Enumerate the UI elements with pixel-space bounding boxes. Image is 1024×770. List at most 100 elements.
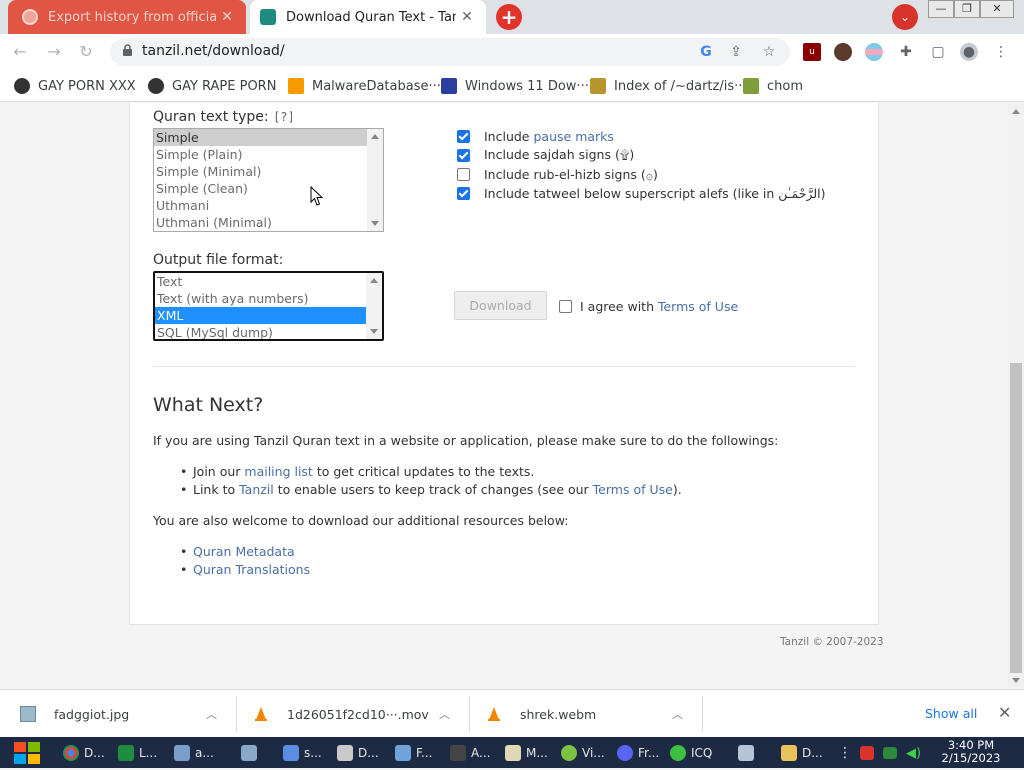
taskbar-item[interactable]: Fr...	[617, 741, 659, 765]
taskbar-item[interactable]: D...	[337, 741, 379, 765]
menu-kebab-icon[interactable]: ⋮	[992, 43, 1010, 61]
terms-of-use-link[interactable]: Terms of Use	[593, 482, 673, 497]
system-clock[interactable]: 3:40 PM 2/15/2023	[938, 739, 1004, 765]
pause-marks-checkbox[interactable]	[457, 129, 470, 143]
bookmark-item[interactable]: GAY RAPE PORN	[148, 77, 276, 95]
listbox-scrollbar[interactable]	[366, 273, 382, 339]
listbox-scrollbar[interactable]	[367, 129, 383, 231]
side-panel-icon[interactable]: ▢	[929, 43, 947, 61]
help-link[interactable]: [?]	[273, 110, 295, 124]
pause-marks-link[interactable]: pause marks	[534, 129, 614, 144]
tanzil-link[interactable]: Tanzil	[239, 482, 274, 497]
vlc-cone-icon	[255, 707, 267, 721]
taskbar-item[interactable]	[241, 741, 262, 765]
rub-el-hizb-option[interactable]: Include rub-el-hizb signs (۞)	[457, 165, 658, 183]
restore-button[interactable]: ❐	[954, 0, 980, 18]
flag-extension-icon[interactable]	[865, 43, 883, 61]
reload-icon[interactable]: ↻	[74, 40, 98, 64]
scroll-down-icon[interactable]	[371, 221, 379, 226]
tab-export-history[interactable]: Export history from official ICQ ✕	[8, 0, 246, 34]
bookmark-item[interactable]: GAY PORN XXX	[14, 77, 136, 95]
sajdah-checkbox[interactable]	[457, 148, 470, 162]
quran-metadata-link[interactable]: Quran Metadata	[193, 544, 295, 559]
taskbar-item[interactable]: D...	[63, 741, 105, 765]
text-type-option[interactable]: Simple	[154, 129, 383, 146]
share-icon[interactable]: ⇪	[727, 43, 745, 61]
taskbar-item[interactable]: D...	[781, 741, 823, 765]
tatweel-checkbox[interactable]	[457, 186, 470, 200]
tab-download-quran[interactable]: Download Quran Text - Tanzil ✕	[250, 0, 486, 34]
forward-arrow-icon[interactable]: →	[42, 40, 66, 64]
taskbar-item[interactable]: ICQ	[670, 741, 712, 765]
output-format-option[interactable]: XML	[155, 307, 366, 324]
pause-marks-option[interactable]: Include pause marks	[457, 127, 614, 145]
bookmark-item[interactable]: Index of /~dartz/is···	[590, 77, 747, 95]
quran-translations-link[interactable]: Quran Translations	[193, 562, 310, 577]
agree-terms-checkbox[interactable]	[559, 299, 572, 313]
mailing-list-link[interactable]: mailing list	[244, 464, 312, 479]
taskbar-item[interactable]: F...	[395, 741, 432, 765]
output-format-listbox[interactable]: Text Text (with aya numbers) XML SQL (My…	[153, 271, 384, 341]
text-type-option[interactable]: Uthmani	[154, 197, 383, 214]
show-all-downloads-link[interactable]: Show all	[925, 706, 977, 721]
minimize-button[interactable]: —	[928, 0, 954, 18]
taskbar-item[interactable]: a...	[174, 741, 214, 765]
output-format-option[interactable]: Text (with aya numbers)	[155, 290, 382, 307]
tray-network-icon[interactable]	[883, 741, 902, 765]
output-format-option[interactable]: Text	[155, 273, 382, 290]
scrollbar-thumb[interactable]	[1010, 363, 1022, 673]
scroll-up-icon[interactable]	[371, 134, 379, 139]
close-tab-icon[interactable]: ✕	[456, 9, 478, 25]
download-button[interactable]: Download	[454, 291, 547, 320]
bookmark-item[interactable]: Windows 11 Dow···	[441, 77, 589, 95]
tab-search-chevron-icon[interactable]: ⌄	[892, 4, 918, 30]
text-type-option[interactable]: Simple (Plain)	[154, 146, 383, 163]
scroll-down-icon[interactable]	[370, 329, 378, 334]
chevron-up-icon[interactable]: ︿	[206, 706, 217, 722]
download-item[interactable]: 1d26051f2cd10···.mov ︿	[253, 690, 463, 738]
close-tab-icon[interactable]: ✕	[216, 9, 238, 25]
page-scrollbar[interactable]	[1008, 103, 1024, 687]
sajdah-option[interactable]: Include sajdah signs (۩)	[457, 146, 634, 164]
volume-icon[interactable]: ◀)	[906, 741, 921, 765]
text-type-option[interactable]: Simple (Minimal)	[154, 163, 383, 180]
profile-icon[interactable]: ●	[960, 43, 978, 61]
bookmark-item[interactable]: MalwareDatabase···	[288, 77, 441, 95]
close-window-button[interactable]: ✕	[980, 0, 1014, 18]
taskbar-item[interactable]: Vi...	[561, 741, 605, 765]
puzzle-extensions-icon[interactable]: ✚	[897, 43, 915, 61]
ublock-extension-icon[interactable]: u	[803, 43, 821, 61]
extension-avatar-icon[interactable]	[834, 43, 852, 61]
scroll-up-icon[interactable]	[1012, 109, 1020, 114]
text-type-option[interactable]: Simple (Clean)	[154, 180, 383, 197]
chevron-up-icon[interactable]: ︿	[439, 706, 450, 722]
new-tab-button[interactable]: +	[496, 4, 522, 30]
google-icon[interactable]: G	[697, 43, 715, 61]
text-type-listbox[interactable]: Simple Simple (Plain) Simple (Minimal) S…	[153, 128, 384, 232]
text-type-option[interactable]: Uthmani (Minimal)	[154, 214, 383, 231]
bookmark-star-icon[interactable]: ☆	[760, 43, 778, 61]
url-text: tanzil.net/download/	[142, 43, 285, 59]
overflow-icon[interactable]: ⋮	[838, 741, 852, 765]
terms-of-use-link[interactable]: Terms of Use	[658, 299, 738, 314]
back-arrow-icon[interactable]: ←	[8, 40, 32, 64]
agree-terms-option[interactable]: I agree with Terms of Use	[559, 297, 738, 315]
close-downloads-icon[interactable]: ✕	[998, 703, 1011, 722]
windows-start-icon[interactable]	[12, 740, 42, 766]
download-item[interactable]: shrek.webm ︿	[486, 690, 696, 738]
download-item[interactable]: fadggiot.jpg ︿	[20, 690, 230, 738]
tatweel-option[interactable]: Include tatweel below superscript alefs …	[457, 184, 826, 202]
output-format-option[interactable]: SQL (MySql dump)	[155, 324, 382, 339]
tray-flag-icon[interactable]	[860, 741, 879, 765]
bookmark-item[interactable]: chom	[743, 77, 803, 95]
address-bar[interactable]: tanzil.net/download/	[110, 38, 790, 66]
scroll-down-icon[interactable]	[1012, 678, 1020, 683]
rub-el-hizb-checkbox[interactable]	[457, 167, 470, 181]
chevron-up-icon[interactable]: ︿	[672, 706, 683, 722]
taskbar-item[interactable]: M...	[505, 741, 548, 765]
taskbar-item[interactable]: A...	[450, 741, 490, 765]
taskbar-item[interactable]: L...	[118, 741, 157, 765]
taskbar-item[interactable]: s...	[283, 741, 322, 765]
taskbar-item[interactable]	[738, 741, 759, 765]
scroll-up-icon[interactable]	[370, 278, 378, 283]
